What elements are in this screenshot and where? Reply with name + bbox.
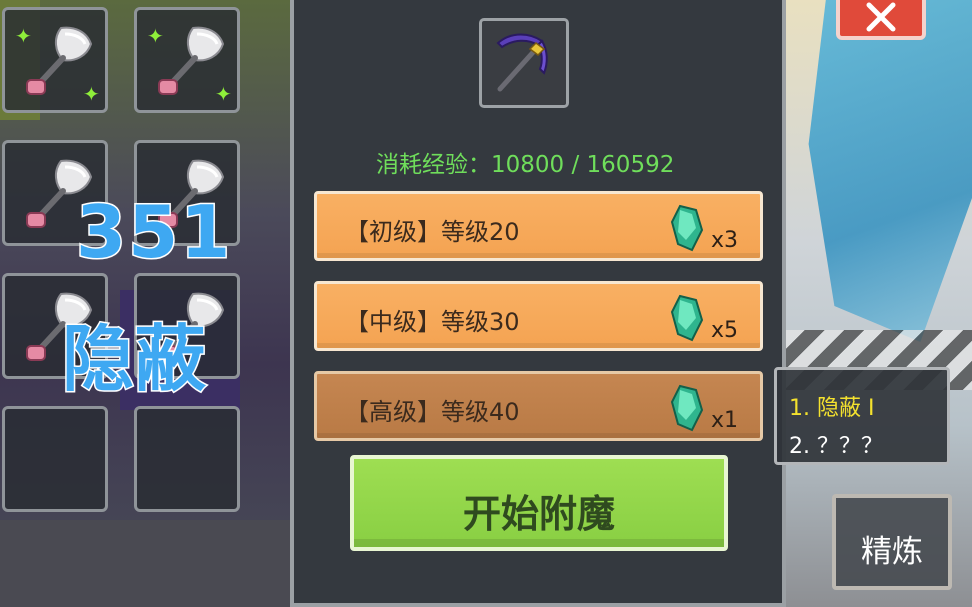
refine-label: 精炼: [861, 534, 923, 570]
level-button-basic[interactable]: 【初级】等级20 x3: [314, 191, 763, 261]
gem-icon: [670, 204, 704, 252]
inventory-slot-empty[interactable]: [2, 406, 108, 512]
inventory-slot-empty[interactable]: [134, 406, 240, 512]
close-button[interactable]: [836, 0, 926, 40]
gem-icon: [670, 294, 704, 342]
gem-icon: [670, 384, 704, 432]
sparkle-icon: ✦: [147, 24, 164, 48]
refine-button[interactable]: 精炼: [832, 494, 952, 590]
level-button-intermediate[interactable]: 【中级】等级30 x5: [314, 281, 763, 351]
level-label: 【中级】等级30: [345, 308, 520, 336]
sparkle-icon: ✦: [15, 24, 32, 48]
pickaxe-icon: [496, 33, 548, 92]
gem-quantity: x3: [710, 228, 738, 253]
level-label: 【初级】等级20: [345, 218, 520, 246]
gem-quantity: x1: [710, 408, 738, 433]
level-button-advanced[interactable]: 【高级】等级40 x1: [314, 371, 763, 441]
exp-cost-label: 消耗经验：10800 / 160592: [376, 152, 675, 178]
overlay-text: 隐蔽: [60, 316, 207, 403]
inventory-slot[interactable]: ✦ ✦: [134, 7, 240, 113]
inventory-slot[interactable]: ✦ ✦: [2, 7, 108, 113]
gem-quantity: x5: [710, 318, 738, 343]
enchant-entry-1: 1. 隐蔽 Ⅰ: [789, 396, 875, 421]
start-enchant-button[interactable]: 开始附魔: [350, 455, 728, 551]
sparkle-icon: ✦: [215, 82, 232, 106]
scene-floor: [0, 520, 290, 607]
selected-item-slot[interactable]: [479, 18, 569, 108]
enchant-entry-2: 2. ？？？: [789, 434, 883, 459]
enchant-result-list: 1. 隐蔽 Ⅰ 2. ？？？: [774, 367, 950, 465]
level-label: 【高级】等级40: [345, 398, 520, 426]
close-icon: [866, 2, 896, 32]
start-enchant-label: 开始附魔: [462, 492, 615, 536]
overlay-number: 351: [74, 189, 233, 276]
sparkle-icon: ✦: [83, 82, 100, 106]
